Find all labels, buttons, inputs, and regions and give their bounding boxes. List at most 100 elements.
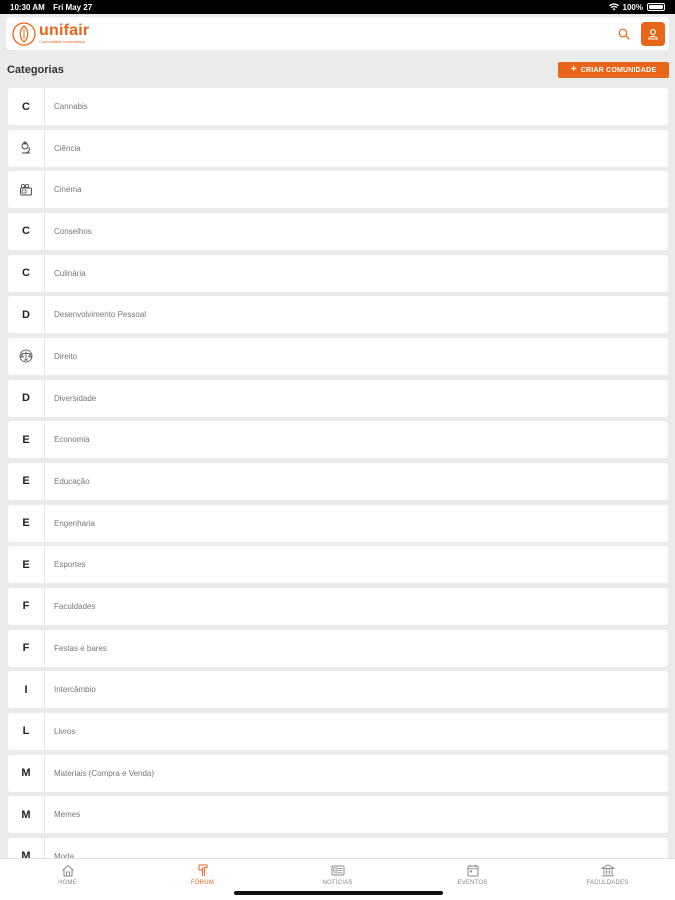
home-indicator[interactable]: [234, 891, 443, 895]
status-right: 100%: [608, 2, 665, 12]
category-item[interactable]: E Educação: [8, 462, 668, 500]
tab-home[interactable]: HOME: [0, 864, 135, 886]
category-item[interactable]: I Intercâmbio: [8, 671, 668, 709]
home-icon: [61, 864, 74, 877]
category-letter-icon: E: [8, 421, 45, 459]
category-letter-icon: M: [8, 754, 45, 792]
category-label: Culinária: [54, 268, 86, 278]
category-item[interactable]: C Cannabis: [8, 88, 668, 125]
category-letter-icon: F: [8, 629, 45, 667]
search-button[interactable]: [617, 27, 631, 41]
app-tagline: Comunidade Universitária: [39, 39, 86, 44]
category-letter-icon: L: [8, 712, 45, 750]
tab-events[interactable]: EVENTOS: [405, 864, 540, 886]
category-letter-icon: E: [8, 504, 45, 542]
category-item[interactable]: E Esportes: [8, 546, 668, 584]
category-label: Festas e bares: [54, 643, 107, 653]
tab-forum-label: FÓRUM: [191, 880, 214, 886]
tab-forum[interactable]: FÓRUM: [135, 864, 270, 886]
category-item[interactable]: Cinema: [8, 171, 668, 209]
category-label: Economia: [54, 435, 90, 445]
profile-button[interactable]: [641, 21, 665, 46]
category-label: Educação: [54, 476, 90, 486]
forum-icon: [198, 864, 207, 876]
category-letter-icon: E: [8, 546, 45, 584]
category-item[interactable]: E Engenharia: [8, 504, 668, 542]
category-item[interactable]: C Conselhos: [8, 212, 668, 250]
category-label: Faculdades: [54, 601, 96, 611]
category-label: Cannabis: [54, 102, 88, 111]
category-item[interactable]: E Economia: [8, 421, 668, 459]
header-actions: [617, 21, 665, 46]
status-date: Fri May 27: [53, 2, 93, 12]
wifi-icon: [608, 3, 619, 11]
category-label: Memes: [54, 810, 81, 820]
category-item[interactable]: Ciência: [8, 129, 668, 167]
status-left: 10:30 AM Fri May 27: [10, 3, 98, 12]
tab-home-label: HOME: [58, 880, 77, 886]
building-icon: [600, 864, 615, 877]
category-item[interactable]: D Diversidade: [8, 379, 668, 417]
category-label: Engenharia: [54, 518, 95, 528]
category-letter-icon: D: [8, 379, 45, 417]
category-label: Esportes: [54, 560, 86, 570]
category-label: Materiais (Compra e Venda): [54, 768, 155, 778]
battery-fill: [649, 5, 663, 9]
category-list: C Cannabis Ciência Cinema C Conselhos C Culinár…: [8, 88, 668, 860]
create-community-button[interactable]: + CRIAR COMUNIDADE: [558, 62, 669, 78]
calendar-icon: [467, 864, 478, 877]
category-label: Conselhos: [54, 226, 92, 236]
logo-text: unifair Comunidade Universitária: [39, 23, 89, 44]
search-icon: [618, 28, 630, 40]
status-time: 10:30 AM: [10, 2, 45, 12]
status-bar: 10:30 AM Fri May 27 100%: [0, 0, 675, 14]
app-name: unifair: [39, 22, 90, 39]
tab-news-label: NOTÍCIAS: [322, 880, 353, 886]
logo-mark-icon: [12, 21, 36, 46]
tab-news[interactable]: NOTÍCIAS: [270, 864, 405, 886]
scale-icon: [8, 337, 45, 375]
app-header: unifair Comunidade Universitária: [6, 17, 669, 50]
category-label: Desenvolvimento Pessoal: [54, 310, 147, 320]
category-item[interactable]: M Moda: [8, 837, 668, 860]
category-label: Cinema: [54, 185, 82, 195]
cinema-icon: [8, 171, 45, 209]
category-letter-icon: C: [8, 88, 45, 125]
category-item[interactable]: F Faculdades: [8, 587, 668, 625]
category-item[interactable]: D Desenvolvimento Pessoal: [8, 296, 668, 334]
battery-percent: 100%: [622, 2, 643, 12]
category-letter-icon: D: [8, 296, 45, 334]
plus-icon: +: [570, 64, 577, 75]
category-letter-icon: C: [8, 212, 45, 250]
science-icon: [8, 129, 45, 167]
user-icon: [648, 28, 658, 40]
categories-title: Categorias: [7, 64, 64, 76]
tab-faculties-label: FACULDADES: [586, 880, 629, 886]
tab-faculties[interactable]: FACULDADES: [540, 864, 675, 886]
category-label: Livros: [54, 726, 76, 736]
category-label: Diversidade: [54, 393, 97, 403]
tab-events-label: EVENTOS: [457, 880, 488, 886]
category-letter-icon: F: [8, 587, 45, 625]
category-label: Intercâmbio: [54, 685, 96, 695]
scale-icon-graphic: [19, 350, 33, 363]
category-item[interactable]: Direito: [8, 337, 668, 375]
create-community-label: CRIAR COMUNIDADE: [580, 66, 657, 74]
news-icon: [331, 865, 344, 876]
category-item[interactable]: L Livros: [8, 712, 668, 750]
logo[interactable]: unifair Comunidade Universitária: [12, 21, 89, 46]
category-letter-icon: C: [8, 254, 45, 292]
science-icon-graphic: [21, 141, 30, 154]
category-label: Ciência: [54, 143, 81, 153]
category-letter-icon: E: [8, 462, 45, 500]
category-item[interactable]: M Memes: [8, 796, 668, 834]
category-letter-icon: M: [8, 837, 45, 860]
cinema-icon-graphic: [20, 183, 32, 196]
category-item[interactable]: M Materiais (Compra e Venda): [8, 754, 668, 792]
category-letter-icon: I: [8, 671, 45, 709]
category-item[interactable]: C Culinária: [8, 254, 668, 292]
category-label: Direito: [54, 351, 78, 361]
category-item[interactable]: F Festas e bares: [8, 629, 668, 667]
battery-icon: [647, 3, 665, 11]
category-letter-icon: M: [8, 796, 45, 834]
